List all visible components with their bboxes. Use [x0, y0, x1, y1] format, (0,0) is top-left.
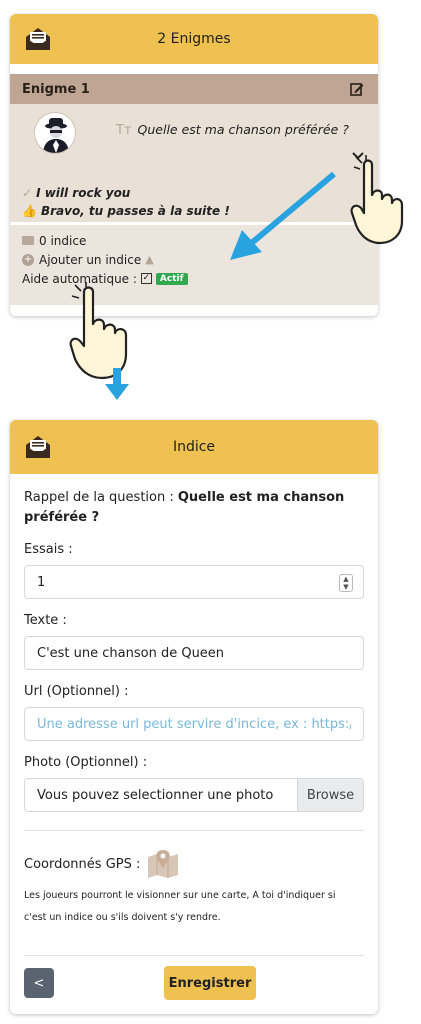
enigme-title: Enigme 1 [22, 81, 90, 97]
photo-file-name: Vous pouvez selectionner une photo [37, 787, 274, 803]
save-button[interactable]: Enregistrer [164, 966, 256, 1000]
form-footer: < Enregistrer [24, 966, 364, 1000]
tries-input[interactable]: 1 ▲ ▼ [24, 565, 364, 599]
enigme-answer: ✓ I will rock you [22, 186, 131, 200]
gps-help-text: Les joueurs pourront le visionner sur un… [24, 890, 336, 923]
hint-form: Rappel de la question : Quelle est ma ch… [10, 474, 378, 941]
text-input[interactable]: C'est une chanson de Queen [24, 636, 364, 670]
enigme-success-message: 👍 Bravo, tu passes à la suite ! [22, 204, 230, 218]
plus-circle-icon: + [22, 253, 34, 266]
back-button[interactable]: < [24, 968, 54, 998]
envelope-icon [22, 236, 34, 245]
gps-label: Coordonnés GPS : [24, 856, 141, 872]
photo-label: Photo (Optionnel) : [24, 755, 148, 770]
map-pin-icon[interactable] [146, 849, 180, 879]
hint-form-header: Indice [10, 420, 378, 474]
enigme-question: Tт Quelle est ma chanson préférée ? [116, 122, 349, 138]
enigmes-card: 2 Enigmes Enigme 1 Tт Quelle est ma chan… [10, 14, 378, 316]
enigme-header: Enigme 1 [10, 74, 378, 104]
hand-pointer-icon [69, 282, 128, 380]
text-label: Texte : [24, 613, 67, 628]
active-badge: Actif [155, 272, 188, 285]
thumbs-up-icon: 👍 [22, 204, 37, 218]
url-input[interactable]: Une adresse url peut servire d'incice, e… [24, 707, 364, 741]
spy-icon [43, 118, 69, 153]
hand-pointer-icon [350, 155, 404, 245]
envelope-list-icon [26, 28, 50, 50]
arrow-down-icon [105, 368, 129, 400]
gps-row: Coordonnés GPS : [24, 849, 364, 879]
arrow-diagonal-icon [230, 171, 336, 260]
text-type-icon: Tт [116, 123, 132, 138]
hint-form-card: Indice Rappel de la question : Quelle es… [10, 420, 378, 1014]
photo-file-input[interactable]: Vous pouvez selectionner une photo Brows… [24, 778, 364, 812]
edit-icon[interactable] [350, 82, 364, 96]
stepper-icon[interactable]: ▲ ▼ [339, 574, 353, 592]
warning-icon: ▲ [145, 253, 154, 266]
tries-label: Essais : [24, 542, 73, 557]
question-recall: Rappel de la question : Quelle est ma ch… [24, 490, 345, 525]
enigmes-count-title: 2 Enigmes [157, 31, 231, 47]
enigmes-header: 2 Enigmes [10, 14, 378, 64]
check-icon: ✓ [22, 186, 33, 200]
spy-avatar [34, 112, 76, 154]
url-label: Url (Optionnel) : [24, 684, 129, 699]
hint-form-title: Indice [172, 439, 216, 455]
browse-button[interactable]: Browse [297, 779, 363, 811]
envelope-list-icon [26, 436, 50, 458]
